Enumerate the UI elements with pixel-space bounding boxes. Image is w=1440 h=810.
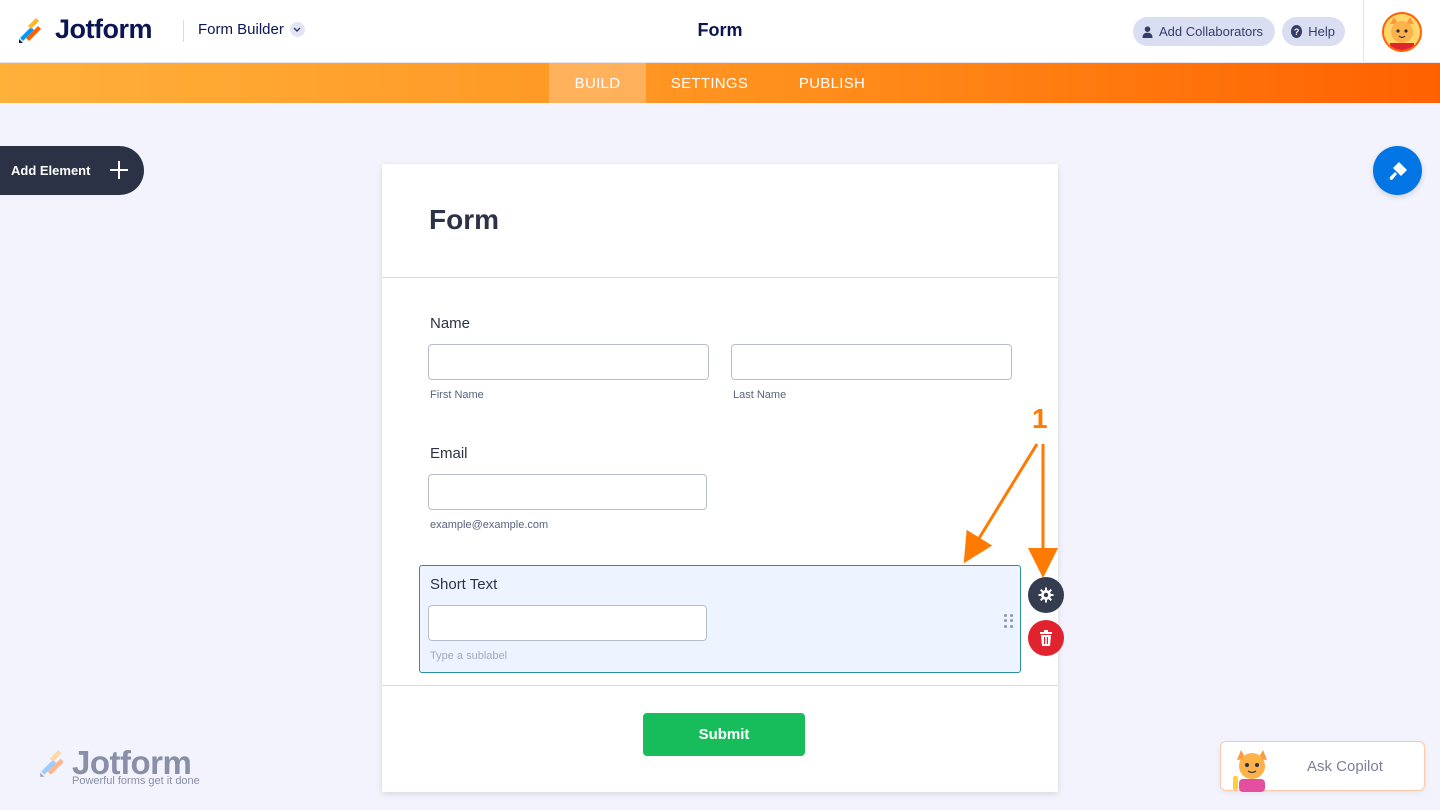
email-sublabel: example@example.com xyxy=(430,519,549,531)
ask-copilot-label: Ask Copilot xyxy=(1307,758,1383,775)
form-card: Form Name First Name Last Name Email exa… xyxy=(382,164,1058,792)
short-text-sublabel[interactable]: Type a sublabel xyxy=(430,650,507,662)
top-header: Jotform Form Builder Form Add Collaborat… xyxy=(0,0,1440,63)
field-settings-button[interactable] xyxy=(1028,577,1064,613)
header-right-divider xyxy=(1363,0,1364,63)
form-designer-button[interactable] xyxy=(1373,146,1422,195)
name-label[interactable]: Name xyxy=(430,315,470,332)
help-icon: ? xyxy=(1291,25,1303,38)
form-title[interactable]: Form xyxy=(429,204,499,236)
drag-handle-icon[interactable] xyxy=(1004,614,1013,628)
cat-avatar-icon xyxy=(1384,14,1420,50)
help-button[interactable]: ? Help xyxy=(1282,17,1345,46)
short-text-field[interactable]: Short Text Type a sublabel xyxy=(419,565,1021,673)
trash-icon xyxy=(1040,630,1052,646)
last-name-input[interactable] xyxy=(731,344,1012,380)
plus-icon xyxy=(110,161,128,179)
short-text-label[interactable]: Short Text xyxy=(430,576,497,593)
gear-icon xyxy=(1038,587,1054,603)
paint-roller-icon xyxy=(1389,161,1407,180)
first-name-sublabel: First Name xyxy=(430,389,484,401)
form-builder-dropdown[interactable]: Form Builder xyxy=(198,21,305,38)
header-divider xyxy=(183,20,184,42)
last-name-sublabel: Last Name xyxy=(733,389,787,401)
footer-tagline: Powerful forms get it done xyxy=(72,775,200,787)
tab-settings[interactable]: SETTINGS xyxy=(646,63,773,103)
tab-publish[interactable]: PUBLISH xyxy=(773,63,891,103)
ask-copilot-button[interactable]: Ask Copilot xyxy=(1220,741,1425,792)
avatar[interactable] xyxy=(1382,12,1422,52)
add-collaborators-button[interactable]: Add Collaborators xyxy=(1133,17,1275,46)
submit-button[interactable]: Submit xyxy=(643,713,805,756)
user-icon xyxy=(1142,25,1153,38)
builder-nav: BUILD SETTINGS PUBLISH xyxy=(0,63,1440,103)
email-input[interactable] xyxy=(428,474,707,510)
tab-build[interactable]: BUILD xyxy=(549,63,646,103)
logo-text: Jotform xyxy=(55,14,153,44)
add-collaborators-label: Add Collaborators xyxy=(1159,24,1264,39)
help-label: Help xyxy=(1308,24,1335,39)
first-name-input[interactable] xyxy=(428,344,709,380)
form-builder-label: Form Builder xyxy=(198,21,284,38)
jotform-logo-icon xyxy=(40,750,64,777)
copilot-avatar-icon xyxy=(1233,750,1267,792)
title-divider xyxy=(382,277,1058,278)
jotform-logo-icon xyxy=(19,17,41,43)
add-element-label: Add Element xyxy=(11,163,91,178)
submit-divider xyxy=(382,685,1058,686)
email-label[interactable]: Email xyxy=(430,445,468,462)
annotation-number: 1 xyxy=(1032,403,1048,434)
jotform-logo[interactable]: Jotform xyxy=(17,14,153,45)
add-element-button[interactable]: Add Element xyxy=(0,146,144,195)
short-text-input[interactable] xyxy=(428,605,707,641)
chevron-down-icon xyxy=(289,22,305,37)
delete-field-button[interactable] xyxy=(1028,620,1064,656)
